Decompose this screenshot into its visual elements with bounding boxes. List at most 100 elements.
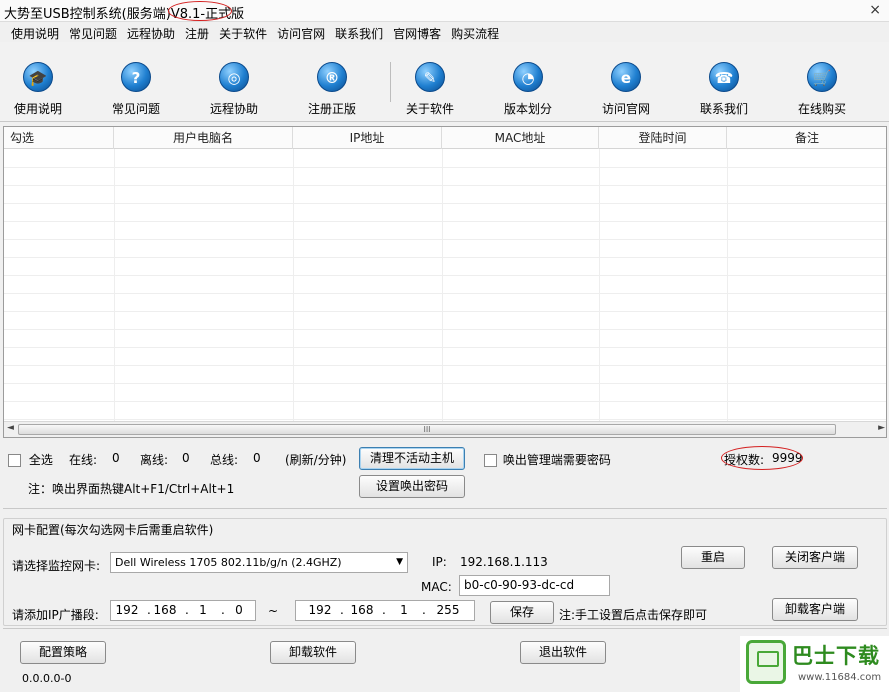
require-password-option[interactable]: 唤出管理端需要密码 bbox=[484, 451, 611, 468]
column-header[interactable]: 用户电脑名 bbox=[114, 127, 293, 149]
ip-label: IP: bbox=[432, 555, 447, 569]
offline-count: 0 bbox=[182, 451, 190, 465]
close-icon[interactable]: × bbox=[869, 2, 881, 18]
exit-software-button[interactable]: 退出软件 bbox=[520, 641, 606, 664]
toolbar-button[interactable]: ☎ 联系我们 bbox=[684, 62, 764, 117]
ip-value: 192.168.1.113 bbox=[460, 555, 548, 569]
toolbar-button-label: 访问官网 bbox=[601, 102, 650, 116]
ip-dot: . bbox=[422, 603, 426, 617]
toolbar: 🎓 使用说明 ? 常见问题 ◎ 远程协助 ® 注册正版 ✎ 关于软件 ◔ 版本划分 e 访问官网 ☎ 联系我们… bbox=[0, 42, 889, 122]
ip-range-label: 请添加IP广播段: bbox=[12, 608, 99, 622]
menu-item[interactable]: 访问官网 bbox=[272, 22, 330, 42]
toolbar-button-label: 注册正版 bbox=[307, 102, 356, 116]
grid-row-line bbox=[4, 167, 886, 168]
select-all[interactable]: 全选 bbox=[8, 451, 53, 468]
grid-row-line bbox=[4, 275, 886, 276]
end-ip-octet: 192 bbox=[308, 603, 332, 617]
horizontal-scrollbar[interactable]: ◄ III ► bbox=[4, 421, 886, 437]
scroll-left-icon[interactable]: ◄ bbox=[7, 423, 14, 433]
start-ip-octet: 168 bbox=[153, 603, 177, 617]
watermark-brand: 巴士下载 bbox=[792, 644, 880, 668]
menu-item[interactable]: 官网博客 bbox=[388, 22, 446, 42]
restart-button[interactable]: 重启 bbox=[681, 546, 745, 569]
toolbar-separator bbox=[390, 62, 391, 102]
grid-row-line bbox=[4, 293, 886, 294]
refresh-rate-label: (刷新/分钟) bbox=[285, 453, 347, 467]
toolbar-button[interactable]: 🛒 在线购买 bbox=[782, 62, 862, 117]
save-button[interactable]: 保存 bbox=[490, 601, 554, 624]
toolbar-button[interactable]: ® 注册正版 bbox=[292, 62, 372, 117]
grid-row-line bbox=[4, 203, 886, 204]
toolbar-button-label: 使用说明 bbox=[13, 102, 62, 116]
toolbar-button-label: 版本划分 bbox=[503, 102, 552, 116]
ip-dot: . bbox=[340, 603, 344, 617]
toolbar-button-label: 在线购买 bbox=[797, 102, 846, 116]
watermark-url: www.11684.com bbox=[798, 672, 882, 683]
total-count: 0 bbox=[253, 451, 261, 465]
column-header[interactable]: 勾选 bbox=[4, 127, 114, 149]
highlight-circle bbox=[168, 1, 232, 21]
column-header[interactable]: MAC地址 bbox=[442, 127, 599, 149]
uninstall-software-button[interactable]: 卸载软件 bbox=[270, 641, 356, 664]
nic-select-value: Dell Wireless 1705 802.11b/g/n (2.4GHZ) bbox=[115, 556, 342, 569]
menu-item[interactable]: 注册 bbox=[180, 22, 214, 42]
menu-item[interactable]: 购买流程 bbox=[446, 22, 504, 42]
toolbar-button-label: 远程协助 bbox=[209, 102, 258, 116]
pie-chart-icon: ◔ bbox=[513, 62, 543, 92]
graduation-cap-icon: 🎓 bbox=[23, 62, 53, 92]
chevron-down-icon[interactable]: ▼ bbox=[396, 553, 403, 572]
version-label: 0.0.0.0-0 bbox=[22, 672, 72, 685]
close-client-button[interactable]: 关闭客户端 bbox=[772, 546, 858, 569]
clean-inactive-hosts-button[interactable]: 清理不活动主机 bbox=[359, 447, 465, 470]
menu-item[interactable]: 常见问题 bbox=[64, 22, 122, 42]
nic-select[interactable]: Dell Wireless 1705 802.11b/g/n (2.4GHZ) … bbox=[110, 552, 408, 573]
online-count: 0 bbox=[112, 451, 120, 465]
end-ip-octet: 168 bbox=[350, 603, 374, 617]
cart-icon: 🛒 bbox=[807, 62, 837, 92]
column-header[interactable]: 备注 bbox=[727, 127, 886, 149]
menu-bar: 使用说明 常见问题 远程协助 注册 关于软件 访问官网 联系我们 官网博客 购买流程 bbox=[0, 22, 889, 42]
toolbar-button[interactable]: ✎ 关于软件 bbox=[390, 62, 470, 117]
select-all-checkbox[interactable] bbox=[8, 454, 21, 467]
total-label: 总线: bbox=[210, 453, 239, 467]
mac-field[interactable]: b0-c0-90-93-dc-cd bbox=[459, 575, 610, 596]
scrollbar-thumb[interactable]: III bbox=[18, 424, 836, 435]
toolbar-button[interactable]: ? 常见问题 bbox=[96, 62, 176, 117]
menu-item[interactable]: 关于软件 bbox=[214, 22, 272, 42]
configure-policy-button[interactable]: 配置策略 bbox=[20, 641, 106, 664]
menu-item[interactable]: 使用说明 bbox=[6, 22, 64, 42]
toolbar-button[interactable]: 🎓 使用说明 bbox=[0, 62, 78, 117]
phone-icon: ☎ bbox=[709, 62, 739, 92]
grid-row-line bbox=[4, 347, 886, 348]
grid-row-line bbox=[4, 185, 886, 186]
require-password-label: 唤出管理端需要密码 bbox=[502, 453, 611, 467]
grid-row-line bbox=[4, 365, 886, 366]
client-table[interactable]: 勾选 用户电脑名 IP地址 MAC地址 登陆时间 备注 ◄ III ► bbox=[3, 126, 887, 438]
grid-row-line bbox=[4, 401, 886, 402]
column-header[interactable]: 登陆时间 bbox=[599, 127, 727, 149]
grid-row-line bbox=[4, 329, 886, 330]
tv-logo-icon bbox=[746, 640, 786, 684]
start-ip-field[interactable]: 192 . 168 . 1 . 0 bbox=[110, 600, 256, 621]
start-ip-octet: 192 bbox=[115, 603, 139, 617]
grid-column-line bbox=[442, 149, 443, 421]
scroll-right-icon[interactable]: ► bbox=[878, 423, 885, 433]
ie-icon: e bbox=[611, 62, 641, 92]
menu-item[interactable]: 远程协助 bbox=[122, 22, 180, 42]
toolbar-button[interactable]: e 访问官网 bbox=[586, 62, 666, 117]
toolbar-button[interactable]: ◔ 版本划分 bbox=[488, 62, 568, 117]
grid-column-line bbox=[727, 149, 728, 421]
uninstall-client-button[interactable]: 卸载客户端 bbox=[772, 598, 858, 621]
divider bbox=[3, 508, 887, 509]
grid-row-line bbox=[4, 311, 886, 312]
column-header[interactable]: IP地址 bbox=[293, 127, 442, 149]
end-ip-field[interactable]: 192 . 168 . 1 . 255 bbox=[295, 600, 475, 621]
toolbar-button[interactable]: ◎ 远程协助 bbox=[194, 62, 274, 117]
menu-item[interactable]: 联系我们 bbox=[330, 22, 388, 42]
offline-label: 离线: bbox=[140, 453, 169, 467]
hotkey-note: 注：唤出界面热键Alt+F1/Ctrl+Alt+1 bbox=[28, 482, 235, 496]
highlight-circle bbox=[721, 446, 803, 470]
select-all-label: 全选 bbox=[28, 453, 53, 467]
set-password-button[interactable]: 设置唤出密码 bbox=[359, 475, 465, 498]
require-password-checkbox[interactable] bbox=[484, 454, 497, 467]
